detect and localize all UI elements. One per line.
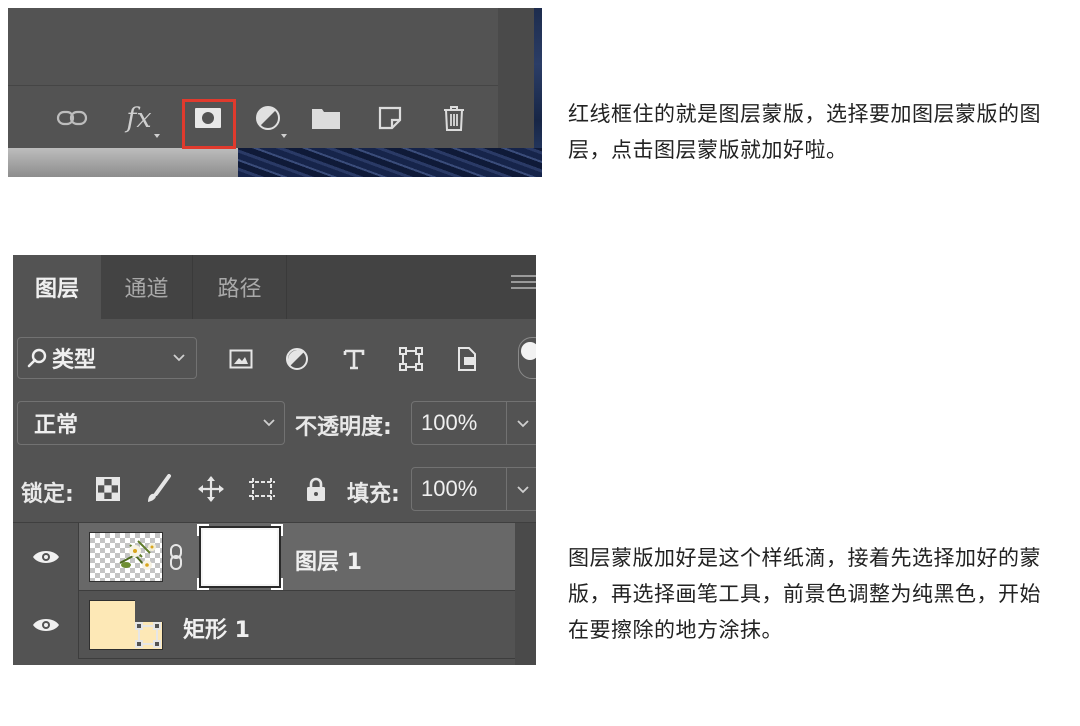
- link-layers-button[interactable]: [52, 96, 92, 140]
- submenu-indicator: [281, 134, 287, 138]
- opacity-value: 100%: [421, 410, 478, 435]
- opacity-input[interactable]: 100%: [411, 401, 507, 445]
- lock-artboard-button[interactable]: [247, 474, 277, 504]
- link-icon: [56, 110, 88, 126]
- chevron-down-icon: [173, 354, 185, 362]
- adjustment-layer-button[interactable]: [246, 96, 290, 140]
- brush-icon: [148, 474, 171, 502]
- filter-shape-button[interactable]: [397, 345, 425, 373]
- blend-row: 正常 不透明度: 100%: [13, 395, 536, 457]
- image-filter-icon: [229, 349, 253, 369]
- fill-input[interactable]: 100%: [411, 467, 507, 511]
- checker-icon: [96, 477, 120, 501]
- filter-adjustment-button[interactable]: [283, 345, 311, 373]
- new-layer-icon: [378, 106, 402, 130]
- fill-dropdown-button[interactable]: [507, 467, 536, 511]
- thumbnail-cutout: [135, 600, 163, 622]
- canvas-photo-area: [238, 148, 542, 177]
- lock-image-pixels-button[interactable]: [143, 474, 173, 504]
- delete-layer-button[interactable]: [434, 96, 474, 140]
- filter-toggle-switch[interactable]: [518, 337, 536, 379]
- chevron-down-icon: [516, 486, 529, 494]
- folder-icon: [312, 109, 340, 129]
- visibility-toggle[interactable]: [13, 523, 79, 591]
- shape-layer-icon: [135, 622, 161, 648]
- mask-selection-corner: [271, 524, 283, 536]
- layers-list-area: [8, 8, 498, 86]
- submenu-indicator: [154, 134, 160, 138]
- lock-all-button[interactable]: [301, 474, 331, 504]
- mask-selection-corner: [271, 578, 283, 590]
- fill-value: 100%: [421, 476, 478, 501]
- filter-smart-object-button[interactable]: [453, 345, 481, 373]
- fx-icon: fx: [126, 102, 152, 134]
- lock-icon: [307, 477, 325, 501]
- chevron-down-icon: [263, 419, 275, 427]
- tab-channels[interactable]: 通道: [101, 255, 193, 319]
- filter-row: 类型: [13, 319, 536, 395]
- layer-name[interactable]: 图层 1: [295, 544, 362, 576]
- panel-tab-bar: 图层 通道 路径: [13, 255, 536, 319]
- filter-kind-label: 类型: [52, 348, 97, 373]
- shape-filter-icon: [399, 347, 423, 371]
- lock-transparent-pixels-button[interactable]: [93, 474, 123, 504]
- new-group-button[interactable]: [306, 96, 346, 140]
- opacity-label: 不透明度:: [295, 415, 392, 440]
- instruction-text-1: 红线框住的就是图层蒙版，选择要加图层蒙版的图层，点击图层蒙版就加好啦。: [568, 102, 1041, 162]
- tab-paths[interactable]: 路径: [193, 255, 287, 319]
- artboard-icon: [249, 478, 275, 500]
- half-circle-icon: [256, 106, 280, 130]
- filter-type-button[interactable]: [340, 345, 368, 373]
- type-filter-icon: [343, 349, 365, 370]
- smart-object-filter-icon: [458, 347, 476, 371]
- mask-selection-corner: [197, 524, 209, 536]
- canvas-gray-area: [8, 148, 238, 177]
- filter-pixel-button[interactable]: [227, 345, 255, 373]
- mask-link-icon[interactable]: [168, 543, 184, 571]
- tab-layers[interactable]: 图层: [13, 255, 101, 319]
- new-layer-button[interactable]: [370, 96, 410, 140]
- trash-icon: [444, 106, 464, 131]
- layer-row[interactable]: 图层 1: [13, 523, 515, 591]
- opacity-dropdown-button[interactable]: [507, 401, 536, 445]
- move-icon: [198, 476, 224, 502]
- layer-style-button[interactable]: fx: [116, 96, 162, 140]
- eye-icon: [32, 619, 59, 631]
- layer-row[interactable]: 矩形 1: [13, 591, 515, 659]
- blend-mode-select[interactable]: 正常: [17, 401, 285, 445]
- fill-label: 填充:: [347, 482, 400, 507]
- filter-kind-select[interactable]: 类型: [17, 337, 197, 379]
- lock-position-button[interactable]: [196, 474, 226, 504]
- chevron-down-icon: [516, 420, 529, 428]
- adjustment-filter-icon: [286, 348, 308, 370]
- flower-image: [119, 540, 156, 570]
- mask-selection-corner: [197, 578, 209, 590]
- layer-name[interactable]: 矩形 1: [183, 612, 250, 644]
- layers-panel-footer-screenshot: fx: [8, 8, 542, 177]
- search-icon: [27, 348, 47, 368]
- mask-button-highlight: [182, 99, 236, 149]
- eye-icon: [32, 551, 59, 563]
- layers-panel: 图层 通道 路径 类型 正常 不透明度: 100% 锁定: 填充: 100% 图…: [13, 255, 536, 665]
- layer-mask-thumbnail[interactable]: [197, 524, 283, 590]
- layers-scrollbar[interactable]: [515, 523, 536, 665]
- visibility-toggle[interactable]: [13, 591, 79, 659]
- blend-mode-value: 正常: [34, 413, 79, 438]
- lock-row: 锁定: 填充: 100%: [13, 457, 536, 523]
- instruction-text-2: 图层蒙版加好是这个样纸滴，接着先选择加好的蒙版，再选择画笔工具，前景色调整为纯黑…: [568, 546, 1041, 642]
- layer-thumbnail[interactable]: [89, 532, 163, 582]
- lock-label: 锁定:: [21, 482, 74, 507]
- panel-menu-icon[interactable]: [511, 275, 536, 299]
